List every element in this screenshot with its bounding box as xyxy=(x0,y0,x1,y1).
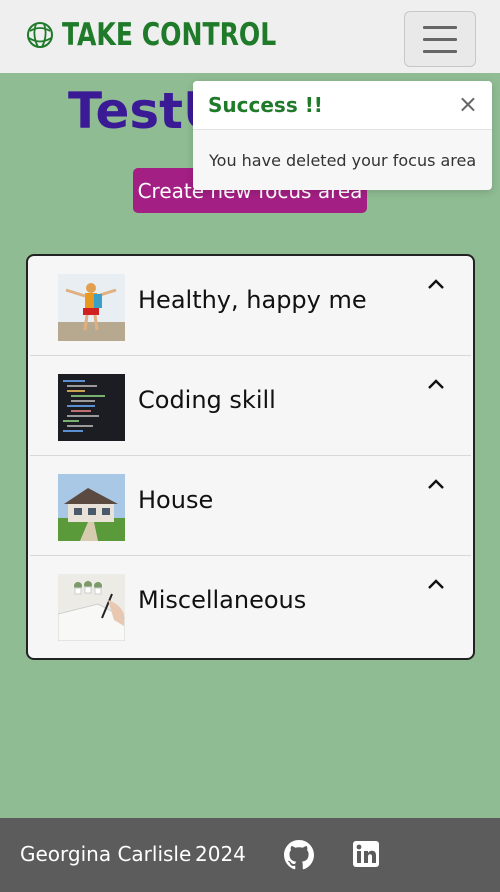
brand-name: TAKE CONTROL xyxy=(62,17,277,53)
focus-area-item[interactable]: Miscellaneous xyxy=(30,556,471,656)
brand-link[interactable]: TAKE CONTROL xyxy=(26,10,300,60)
footer: Georgina Carlisle 2024 xyxy=(0,818,500,892)
chevron-up-icon[interactable] xyxy=(427,476,445,494)
focus-area-item[interactable]: House xyxy=(30,456,471,556)
chevron-up-icon[interactable] xyxy=(427,576,445,594)
toast-title: Success !! xyxy=(208,93,323,117)
focus-area-image xyxy=(58,474,125,541)
chevron-up-icon[interactable] xyxy=(427,376,445,394)
globe-ball-icon xyxy=(27,22,53,48)
toast-message: You have deleted your focus area xyxy=(209,151,477,170)
close-icon[interactable]: × xyxy=(458,90,478,118)
chevron-up-icon[interactable] xyxy=(427,276,445,294)
success-toast: Success !! × You have deleted your focus… xyxy=(193,81,492,190)
footer-author: Georgina Carlisle xyxy=(20,842,192,866)
focus-area-image xyxy=(58,574,125,641)
focus-area-image xyxy=(58,374,125,441)
toast-header: Success !! × xyxy=(193,81,492,130)
focus-area-label: House xyxy=(138,486,214,514)
footer-year: 2024 xyxy=(195,842,246,866)
linkedin-icon[interactable] xyxy=(352,840,380,868)
focus-area-item[interactable]: Coding skill xyxy=(30,356,471,456)
nav-toggle-button[interactable] xyxy=(404,11,476,67)
github-icon[interactable] xyxy=(284,840,314,870)
focus-area-label: Healthy, happy me xyxy=(138,286,367,314)
focus-area-item[interactable]: Healthy, happy me xyxy=(30,256,471,356)
focus-area-label: Coding skill xyxy=(138,386,276,414)
navbar: TAKE CONTROL xyxy=(0,0,500,73)
focus-area-image xyxy=(58,274,125,341)
hamburger-menu-icon xyxy=(423,25,457,29)
focus-area-accordion: Healthy, happy me Coding skill House Mis… xyxy=(26,254,475,660)
focus-area-label: Miscellaneous xyxy=(138,586,307,614)
